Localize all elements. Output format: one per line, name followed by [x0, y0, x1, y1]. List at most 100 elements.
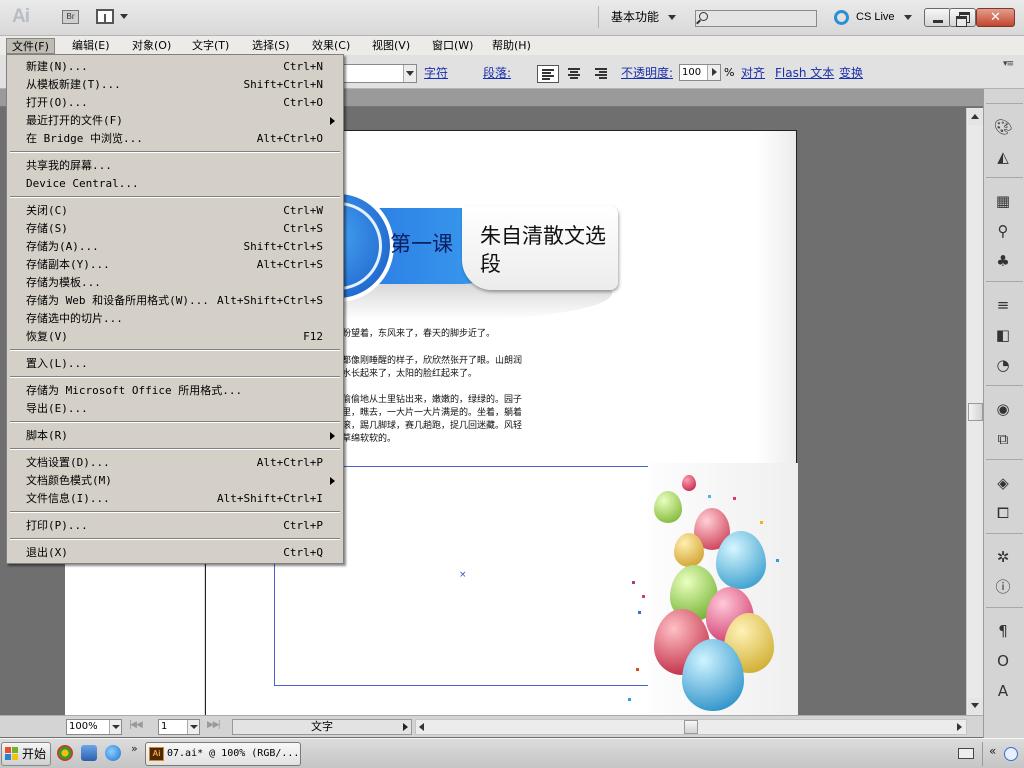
menu-item-browse-bridge[interactable]: 在 Bridge 中浏览... Alt+Ctrl+O	[7, 130, 343, 147]
scroll-down-icon[interactable]	[968, 698, 983, 714]
menu-type[interactable]: 文字(T)	[187, 38, 234, 54]
restore-button[interactable]	[949, 8, 976, 27]
tray-expand-icon[interactable]: «	[989, 744, 996, 758]
menu-edit[interactable]: 编辑(E)	[67, 38, 115, 54]
text-line[interactable]: 滚，踢几脚球，赛几趟跑，捉几回迷藏。风轻	[342, 420, 522, 433]
panel-menu-icon[interactable]: ▾≡	[1003, 59, 1014, 69]
menu-window[interactable]: 窗口(W)	[427, 38, 478, 54]
opacity-input[interactable]: 100	[679, 64, 721, 81]
text-line[interactable]: 盼望着，东风来了，春天的脚步近了。	[342, 328, 495, 341]
artboard-number-select[interactable]: 1	[158, 719, 200, 735]
appearance-icon[interactable]: ◉	[993, 399, 1013, 419]
menu-effect[interactable]: 效果(C)	[307, 38, 355, 54]
text-line[interactable]: 里，瞧去，一大片一大片满是的。坐着，躺着	[342, 407, 522, 420]
transform-link[interactable]: 变换	[839, 66, 863, 80]
graphic-styles-icon[interactable]: ⧉	[993, 429, 1013, 449]
menu-item-print[interactable]: 打印(P)... Ctrl+P	[7, 517, 343, 534]
scroll-thumb[interactable]	[684, 720, 698, 734]
menu-object[interactable]: 对象(O)	[127, 38, 176, 54]
menu-item-new-from-template[interactable]: 从模板新建(T)... Shift+Ctrl+N	[7, 76, 343, 93]
text-line[interactable]: 水长起来了，太阳的脸红起来了。	[342, 368, 477, 381]
brushes-icon[interactable]: ⚲	[993, 221, 1013, 241]
color-guide-icon[interactable]: ◭	[993, 147, 1013, 167]
start-button[interactable]: 开始	[1, 742, 51, 766]
status-info-menu[interactable]: 文字	[232, 719, 412, 735]
first-artboard-icon[interactable]: |◀ ◀	[129, 720, 143, 730]
character-icon[interactable]: A	[993, 681, 1013, 701]
transparency-icon[interactable]: ◔	[993, 355, 1013, 375]
menu-item-save-ms-office[interactable]: 存储为 Microsoft Office 所用格式...	[7, 382, 343, 399]
bridge-button[interactable]: Br	[62, 10, 79, 24]
close-button[interactable]: ✕	[976, 8, 1015, 27]
app-launcher-icon[interactable]	[81, 745, 97, 761]
opacity-link[interactable]: 不透明度:	[621, 66, 673, 80]
menu-item-save-as[interactable]: 存储为(A)... Shift+Ctrl+S	[7, 238, 343, 255]
navigator-icon[interactable]: ✲	[993, 547, 1013, 567]
menu-item-revert[interactable]: 恢复(V) F12	[7, 328, 343, 345]
internet-explorer-icon[interactable]	[105, 745, 121, 761]
help-search-input[interactable]	[695, 10, 817, 27]
align-center-button[interactable]	[564, 65, 586, 83]
scroll-up-icon[interactable]	[968, 109, 983, 125]
chrome-icon[interactable]	[57, 745, 73, 761]
info-icon[interactable]: ⓘ	[993, 577, 1013, 597]
minimize-button[interactable]	[924, 8, 951, 27]
flash-text-link[interactable]: Flash 文本	[775, 66, 834, 80]
align-right-button[interactable]	[591, 65, 613, 83]
artboards-icon[interactable]: ⧠	[993, 503, 1013, 523]
paragraph-icon[interactable]: ¶	[993, 621, 1013, 641]
workspace-switcher[interactable]: 基本功能	[598, 6, 684, 28]
text-line[interactable]: 都像刚睡醒的样子，欣欣然张开了眼。山朗润	[342, 355, 522, 368]
arrange-documents-button[interactable]	[96, 9, 130, 25]
menu-item-scripts[interactable]: 脚本(R)	[7, 427, 343, 444]
lesson-banner[interactable]: 第一课 朱自清散文选段	[282, 190, 632, 325]
menu-item-document-color-mode[interactable]: 文档颜色模式(M)	[7, 472, 343, 489]
menu-select[interactable]: 选择(S)	[247, 38, 295, 54]
quick-launch-more-icon[interactable]: »	[131, 742, 138, 755]
opentype-icon[interactable]: O	[993, 651, 1013, 671]
scroll-thumb[interactable]	[968, 403, 983, 421]
chevron-right-icon[interactable]	[707, 65, 720, 80]
menu-item-open[interactable]: 打开(O)... Ctrl+O	[7, 94, 343, 111]
menu-item-share-screen[interactable]: 共享我的屏幕...	[7, 157, 343, 174]
clock-icon[interactable]	[1004, 747, 1018, 761]
color-palette-icon[interactable]: 🎨︎	[993, 117, 1013, 137]
paragraph-panel-link[interactable]: 段落:	[483, 66, 511, 80]
menu-item-document-setup[interactable]: 文档设置(D)... Alt+Ctrl+P	[7, 454, 343, 471]
menu-help[interactable]: 帮助(H)	[487, 38, 536, 54]
easter-eggs-image[interactable]	[628, 463, 798, 715]
menu-item-exit[interactable]: 退出(X) Ctrl+Q	[7, 544, 343, 561]
scroll-right-icon[interactable]	[952, 720, 966, 734]
cs-live-button[interactable]: CS Live	[834, 9, 912, 25]
menu-item-export[interactable]: 导出(E)...	[7, 400, 343, 417]
menu-item-save-for-web[interactable]: 存储为 Web 和设备所用格式(W)... Alt+Shift+Ctrl+S	[7, 292, 343, 309]
menu-item-place[interactable]: 置入(L)...	[7, 355, 343, 372]
horizontal-scrollbar[interactable]	[415, 719, 967, 735]
text-line[interactable]: 草绵软软的。	[342, 433, 396, 446]
gradient-icon[interactable]: ◧	[993, 325, 1013, 345]
zoom-select[interactable]: 100%	[66, 719, 122, 735]
menu-item-device-central[interactable]: Device Central...	[7, 175, 343, 192]
align-left-button[interactable]	[537, 65, 559, 83]
menu-item-close[interactable]: 关闭(C) Ctrl+W	[7, 202, 343, 219]
menu-item-save-copy[interactable]: 存储副本(Y)... Alt+Ctrl+S	[7, 256, 343, 273]
stroke-icon[interactable]: ≡	[993, 295, 1013, 315]
menu-item-save-slices[interactable]: 存储选中的切片...	[7, 310, 343, 327]
text-line[interactable]: 偷偷地从土里钻出来，嫩嫩的，绿绿的。园子	[342, 394, 522, 407]
menu-item-save[interactable]: 存储(S) Ctrl+S	[7, 220, 343, 237]
align-panel-link[interactable]: 对齐	[741, 66, 765, 80]
font-family-select[interactable]	[342, 64, 417, 83]
menu-view[interactable]: 视图(V)	[367, 38, 415, 54]
menu-item-open-recent[interactable]: 最近打开的文件(F)	[7, 112, 343, 129]
symbols-icon[interactable]: ♣	[993, 251, 1013, 271]
vertical-scrollbar[interactable]	[966, 108, 983, 715]
menu-item-save-template[interactable]: 存储为模板...	[7, 274, 343, 291]
next-artboard-icon[interactable]: ▶ ▶|	[207, 720, 221, 730]
menu-file[interactable]: 文件(F)	[6, 38, 55, 54]
menu-item-file-info[interactable]: 文件信息(I)... Alt+Shift+Ctrl+I	[7, 490, 343, 507]
menu-item-new[interactable]: 新建(N)... Ctrl+N	[7, 58, 343, 75]
swatches-icon[interactable]: ▦	[993, 191, 1013, 211]
keyboard-icon[interactable]	[958, 748, 974, 759]
layers-icon[interactable]: ◈	[993, 473, 1013, 493]
taskbar-illustrator-window[interactable]: Ai 07.ai* @ 100% (RGB/...	[145, 742, 301, 766]
